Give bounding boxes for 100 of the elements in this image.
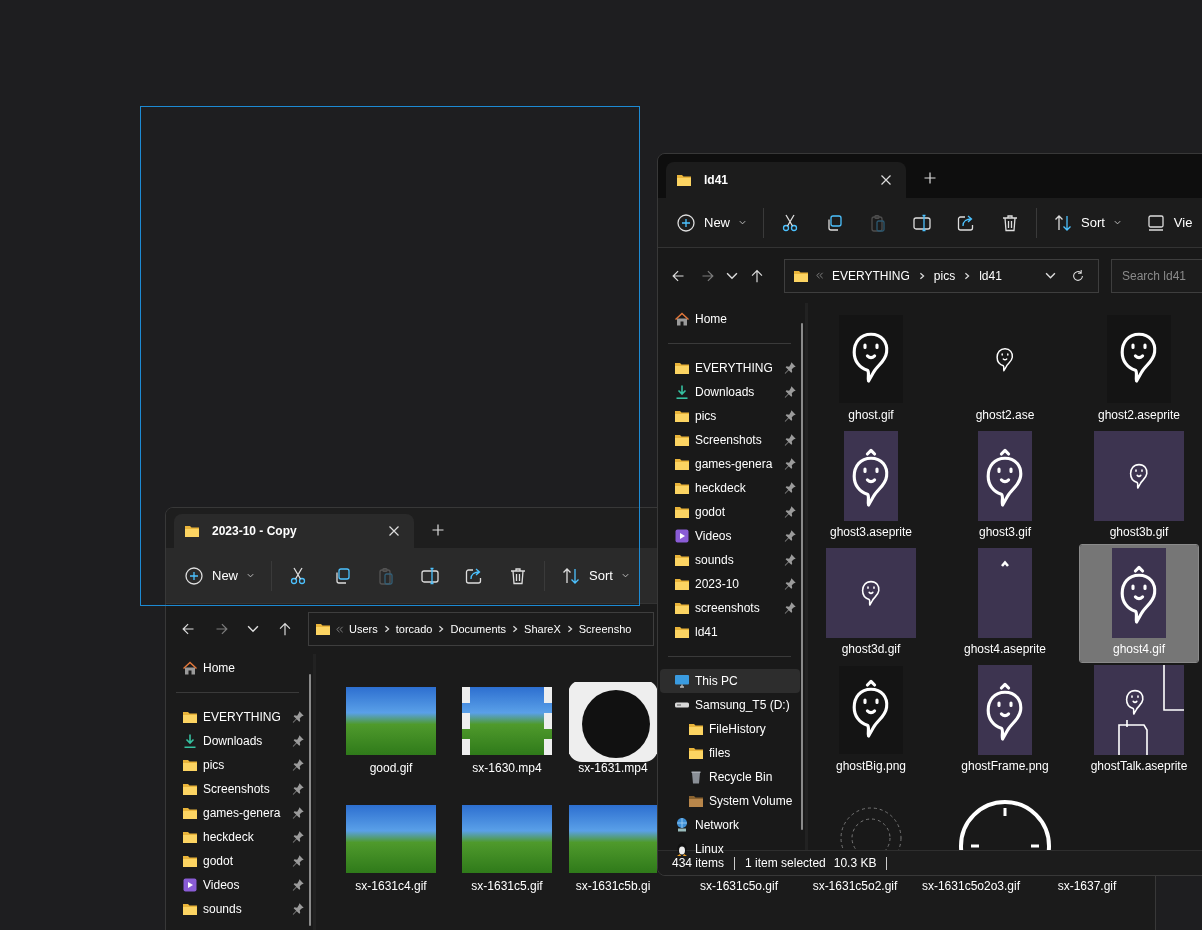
chevron-right-icon xyxy=(437,625,446,633)
sidebar-item[interactable]: sounds xyxy=(168,897,308,921)
play-icon xyxy=(182,877,198,893)
file-item[interactable]: ghost2.ase xyxy=(946,311,1064,428)
breadcrumb-item[interactable]: torcado xyxy=(394,623,434,635)
selection-size: 10.3 KB xyxy=(833,856,877,870)
selection-info: 1 item selected xyxy=(745,856,826,870)
file-item[interactable]: ghost2.aseprite xyxy=(1080,311,1198,428)
search-field[interactable]: Search ld41 xyxy=(1111,258,1202,293)
new-button[interactable]: New xyxy=(668,205,755,240)
tab[interactable]: ld41 xyxy=(666,162,906,198)
folder-icon xyxy=(182,757,198,773)
sidebar-item[interactable]: sounds xyxy=(660,548,800,572)
plus-icon xyxy=(432,524,444,536)
chevron-down-icon xyxy=(726,271,738,280)
download-icon xyxy=(674,384,690,400)
sidebar-item[interactable]: EVERYTHING xyxy=(660,356,800,380)
clipboard-icon xyxy=(868,212,888,233)
file-item[interactable]: ghost3.aseprite xyxy=(812,428,930,545)
chevron-down-icon xyxy=(1045,272,1056,279)
file-item[interactable]: sx-1631.mp4 xyxy=(569,682,657,778)
sidebar-item[interactable]: Videos xyxy=(660,524,800,548)
tab[interactable]: 2023-10 - Copy xyxy=(174,514,414,548)
sidebar-item[interactable]: pics xyxy=(660,404,800,428)
chevron-right-icon xyxy=(565,625,574,633)
sidebar-item[interactable]: Network xyxy=(660,813,800,837)
file-item[interactable]: ghost3d.gif xyxy=(812,545,930,662)
folder-icon xyxy=(674,480,690,496)
file-item[interactable]: ghost3.gif xyxy=(946,428,1064,545)
sidebar-item[interactable]: This PC xyxy=(660,669,800,693)
sort-button[interactable]: Sort xyxy=(1045,205,1130,240)
sidebar-item[interactable]: games-genera xyxy=(168,801,308,825)
sidebar-item[interactable]: pics xyxy=(168,753,308,777)
sidebar-item[interactable]: games-genera xyxy=(660,452,800,476)
file-item[interactable]: sx-1631c4.gif xyxy=(337,800,445,896)
sidebar-item[interactable]: ld41 xyxy=(660,620,800,644)
file-item[interactable]: sx-1631c5b.gi xyxy=(569,800,657,896)
clipboard-icon xyxy=(376,565,396,586)
folder-icon xyxy=(676,172,692,188)
breadcrumb-item[interactable]: Screensho xyxy=(577,623,633,635)
ghost-image xyxy=(996,346,1014,372)
rename-icon xyxy=(912,212,932,233)
breadcrumb-item[interactable]: pics xyxy=(931,268,958,283)
file-item[interactable]: ghostTalk.aseprite xyxy=(1080,662,1198,779)
sidebar-item[interactable]: heckdeck xyxy=(168,825,308,849)
file-item[interactable]: ghost3b.gif xyxy=(1080,428,1198,545)
sidebar-item[interactable]: Recycle Bin xyxy=(660,765,800,789)
breadcrumb-item[interactable]: Users xyxy=(348,623,379,635)
file-item[interactable]: ghost4.gif xyxy=(1080,545,1198,662)
sidebar-item[interactable]: Home xyxy=(168,656,308,680)
file-item[interactable]: sx-1631c5o2.gif xyxy=(801,877,909,896)
file-item[interactable]: good.gif xyxy=(337,682,445,778)
file-item[interactable]: sx-1630.mp4 xyxy=(453,682,561,778)
sidebar-item[interactable]: Downloads xyxy=(168,729,308,753)
overflow-chevron-icon xyxy=(335,624,344,634)
sidebar-item[interactable]: Home xyxy=(660,307,800,331)
sidebar-item[interactable]: FileHistory xyxy=(660,717,800,741)
sidebar-item[interactable]: Screenshots xyxy=(660,428,800,452)
sidebar-item[interactable]: godot xyxy=(168,849,308,873)
caret-icon xyxy=(1112,218,1122,227)
folder-icon xyxy=(688,745,704,761)
sort-button[interactable]: Sort xyxy=(553,558,638,593)
folder-icon xyxy=(315,621,331,637)
sidebar-item[interactable]: godot xyxy=(660,500,800,524)
file-item[interactable]: sx-1631c5o2o3.gif xyxy=(917,877,1025,896)
folder-icon xyxy=(688,793,704,809)
file-item[interactable]: ghostFrame.png xyxy=(946,662,1064,779)
sidebar-item[interactable]: heckdeck xyxy=(660,476,800,500)
file-item[interactable]: ghost.gif xyxy=(812,311,930,428)
sidebar-item[interactable]: Samsung_T5 (D:) xyxy=(660,693,800,717)
new-button[interactable]: New xyxy=(176,558,263,593)
sidebar-item[interactable]: 2023-10 xyxy=(660,572,800,596)
file-item[interactable]: sx-1637.gif xyxy=(1033,877,1141,896)
item-count: 434 items xyxy=(672,856,725,870)
plus-icon xyxy=(924,172,936,184)
breadcrumb-item[interactable]: EVERYTHING xyxy=(830,268,912,283)
chevron-right-icon xyxy=(382,625,391,633)
sidebar-item[interactable]: System Volume xyxy=(660,789,800,813)
breadcrumb-item[interactable]: Documents xyxy=(449,623,508,635)
file-item[interactable]: ghostBig.png xyxy=(812,662,930,779)
add-icon xyxy=(676,212,696,233)
address-bar[interactable]: Users torcado Documents ShareX Screensho xyxy=(308,612,654,646)
sidebar-item[interactable]: EVERYTHING xyxy=(168,705,308,729)
trash-icon xyxy=(508,565,528,586)
breadcrumb-item[interactable]: ShareX xyxy=(523,623,562,635)
address-bar[interactable]: EVERYTHING pics ld41 xyxy=(784,258,1099,293)
sidebar-item[interactable]: screenshots xyxy=(660,596,800,620)
view-button[interactable]: Vie xyxy=(1137,205,1201,240)
sidebar-item[interactable]: files xyxy=(660,741,800,765)
sidebar-item[interactable]: Downloads xyxy=(660,380,800,404)
file-item[interactable]: sx-1631c5o.gif xyxy=(685,877,793,896)
folder-icon xyxy=(674,456,690,472)
sidebar-item[interactable]: Screenshots xyxy=(168,777,308,801)
caret-icon xyxy=(620,571,630,580)
file-item[interactable]: ghost4.aseprite xyxy=(946,545,1064,662)
monitor-icon xyxy=(1145,212,1166,233)
rename-icon xyxy=(420,565,440,586)
sidebar-item[interactable]: Videos xyxy=(168,873,308,897)
breadcrumb-item[interactable]: ld41 xyxy=(977,268,1004,283)
file-item[interactable]: sx-1631c5.gif xyxy=(453,800,561,896)
